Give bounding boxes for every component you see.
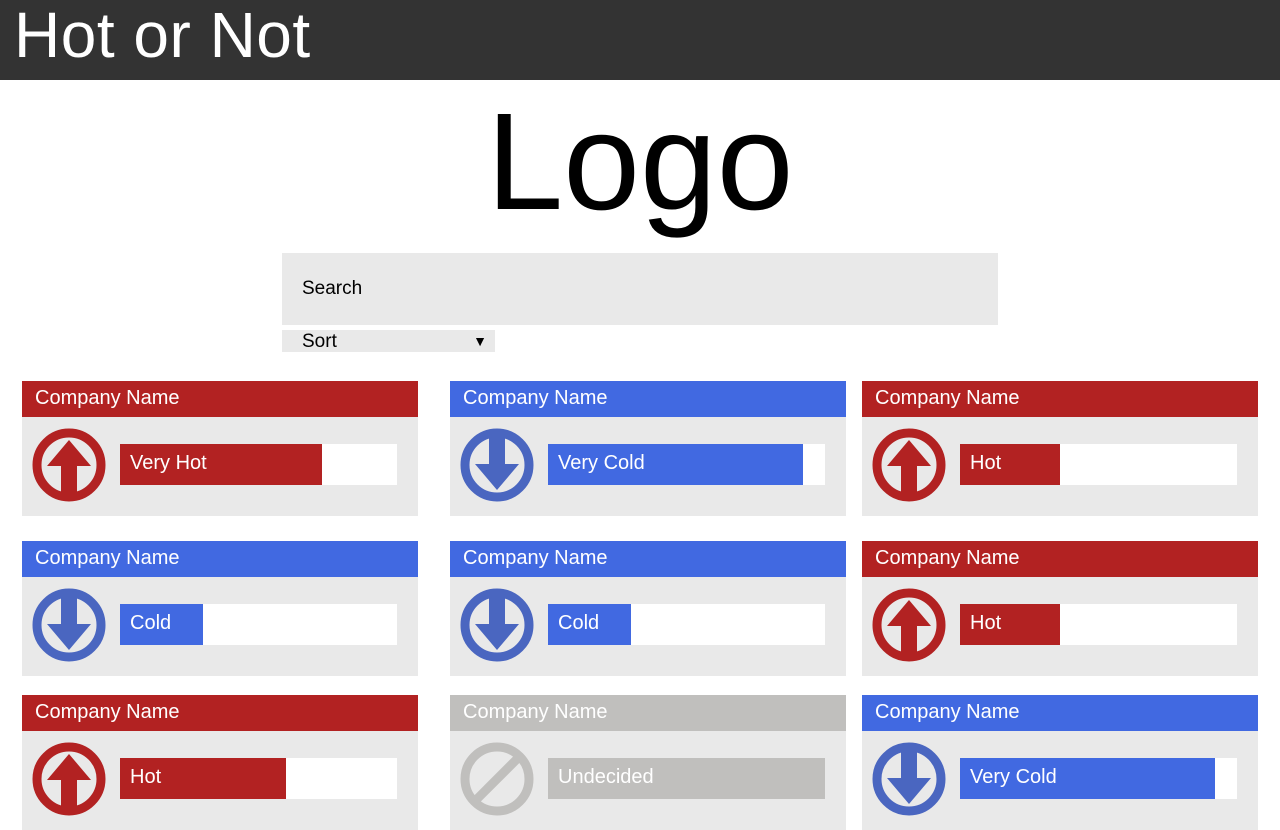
- search-input[interactable]: Search: [282, 253, 998, 325]
- arrow-up-icon: [32, 742, 106, 816]
- rating-label: Cold: [558, 612, 600, 634]
- arrow-down-icon: [460, 588, 534, 662]
- rating-bar: Cold: [120, 604, 397, 645]
- company-name[interactable]: Company Name: [450, 541, 846, 577]
- rating-bar: Very Cold: [548, 444, 825, 485]
- rating-label: Hot: [130, 766, 162, 788]
- app-title: Hot or Not: [14, 0, 311, 71]
- company-name[interactable]: Company Name: [22, 381, 418, 417]
- company-card[interactable]: Company Name Cold: [22, 541, 418, 676]
- no-entry-icon: [460, 742, 534, 816]
- company-name[interactable]: Company Name: [450, 381, 846, 417]
- rating-bar: Hot: [960, 604, 1237, 645]
- rating-bar: Hot: [120, 758, 397, 799]
- company-name[interactable]: Company Name: [862, 381, 1258, 417]
- rating-label: Hot: [970, 452, 1002, 474]
- rating-label: Very Cold: [970, 766, 1057, 788]
- rating-label: Very Hot: [130, 452, 207, 474]
- company-name[interactable]: Company Name: [22, 541, 418, 577]
- rating-label: Undecided: [558, 766, 654, 788]
- company-name[interactable]: Company Name: [22, 695, 418, 731]
- search-placeholder: Search: [302, 278, 363, 299]
- arrow-up-icon: [872, 588, 946, 662]
- company-card[interactable]: Company Name Hot: [862, 381, 1258, 516]
- arrow-down-icon: [460, 428, 534, 502]
- sort-label: Sort: [302, 331, 337, 352]
- company-name[interactable]: Company Name: [862, 541, 1258, 577]
- company-card[interactable]: Company Name Cold: [450, 541, 846, 676]
- company-card[interactable]: Company Name Very Hot: [22, 381, 418, 516]
- top-bar: Hot or Not: [0, 0, 1280, 80]
- company-card[interactable]: Company Name Hot: [862, 541, 1258, 676]
- rating-bar: Very Hot: [120, 444, 397, 485]
- rating-bar: Hot: [960, 444, 1237, 485]
- arrow-up-icon: [872, 428, 946, 502]
- company-card[interactable]: Company Name Very Cold: [450, 381, 846, 516]
- company-card[interactable]: Company Name Hot: [22, 695, 418, 830]
- arrow-down-icon: [32, 588, 106, 662]
- sort-dropdown[interactable]: Sort ▼: [282, 330, 495, 352]
- rating-bar: Cold: [548, 604, 825, 645]
- rating-bar: Very Cold: [960, 758, 1237, 799]
- company-card[interactable]: Company Name Undecided: [450, 695, 846, 830]
- company-card[interactable]: Company Name Very Cold: [862, 695, 1258, 830]
- company-name[interactable]: Company Name: [450, 695, 846, 731]
- rating-bar: Undecided: [548, 758, 825, 799]
- arrow-down-icon: [872, 742, 946, 816]
- arrow-up-icon: [32, 428, 106, 502]
- logo: Logo: [486, 85, 794, 239]
- chevron-down-icon: ▼: [473, 333, 487, 349]
- rating-label: Cold: [130, 612, 172, 634]
- company-name[interactable]: Company Name: [862, 695, 1258, 731]
- rating-label: Hot: [970, 612, 1002, 634]
- rating-label: Very Cold: [558, 452, 645, 474]
